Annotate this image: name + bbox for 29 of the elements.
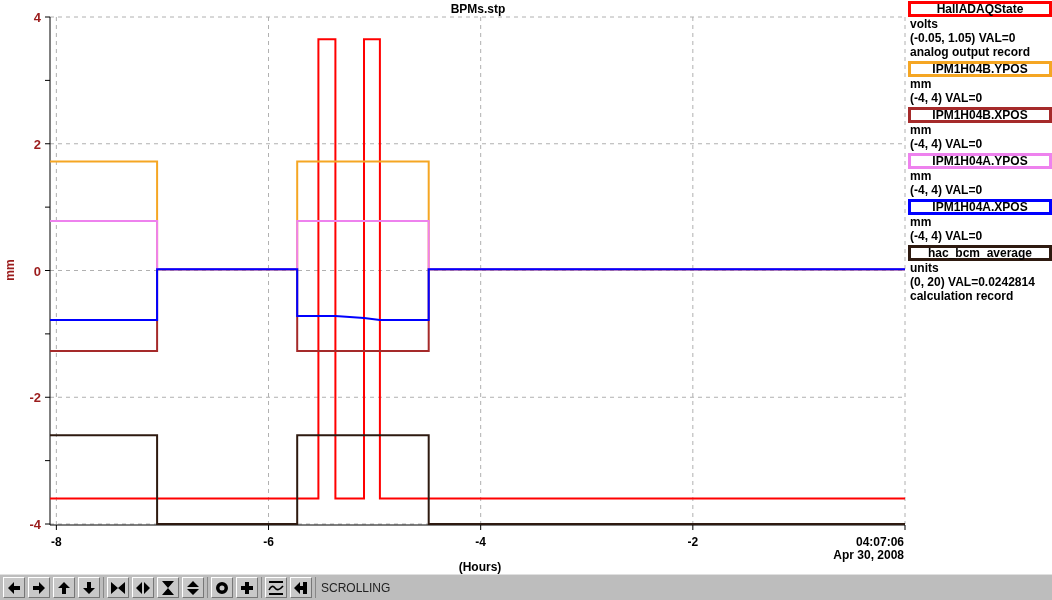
y-tick-label: 0 xyxy=(33,263,41,279)
legend-detail-text: (-4, 4) VAL=0 xyxy=(909,229,984,243)
y-tick-label: 2 xyxy=(33,136,41,152)
timestamp-date: Apr 30, 2008 xyxy=(833,548,904,562)
legend-detail-text: (-4, 4) VAL=0 xyxy=(909,91,984,105)
legend-detail-text: mm xyxy=(909,215,933,229)
legend-detail-text: (0, 20) VAL=0.0242814 xyxy=(909,275,1036,289)
x-axis-label: (Hours) xyxy=(458,560,502,574)
legend-detail-text: (-0.05, 1.05) VAL=0 xyxy=(909,31,1017,45)
legend-detail-text: calculation record xyxy=(909,289,1015,303)
x-tick-label: -2 xyxy=(687,535,699,549)
legend-detail-text: mm xyxy=(909,77,933,91)
x-tick-label: -6 xyxy=(263,535,274,549)
y-tick-label: -4 xyxy=(29,517,41,532)
x-tick-label: -8 xyxy=(51,535,62,549)
y-tick-label: -2 xyxy=(29,390,41,406)
legend-detail-text: mm xyxy=(909,123,933,137)
chart-title: BPMs.stp xyxy=(450,2,506,16)
legend-detail-text: (-4, 4) VAL=0 xyxy=(909,137,984,151)
legend-detail-text: mm xyxy=(909,169,933,183)
legend-detail-text: volts xyxy=(909,17,939,31)
y-axis-label: mm xyxy=(3,259,17,281)
legend-detail-text: (-4, 4) VAL=0 xyxy=(909,183,984,197)
y-tick-label: 4 xyxy=(33,10,41,25)
legend-detail-text: analog output record xyxy=(909,45,1031,59)
x-tick-label: -4 xyxy=(475,535,486,549)
timestamp-time: 04:07:06 xyxy=(855,535,904,549)
mode-status-text: SCROLLING xyxy=(321,579,391,597)
legend-detail-text: units xyxy=(909,261,940,275)
